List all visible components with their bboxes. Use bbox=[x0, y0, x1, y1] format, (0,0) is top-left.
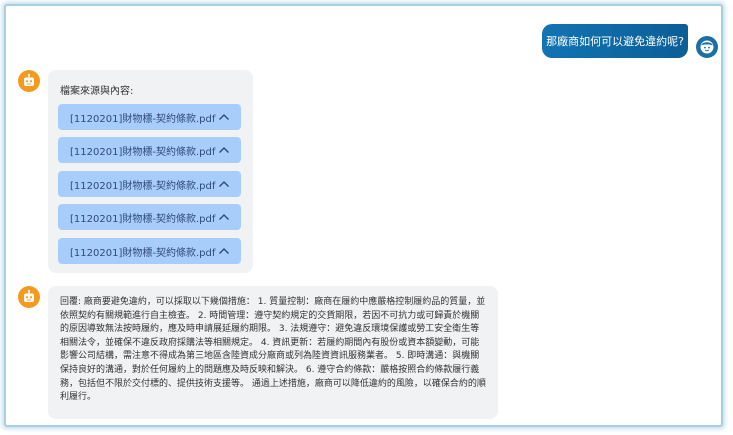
bot-avatar-icon bbox=[18, 70, 40, 92]
file-name: [1120201]財物標-契約條款.pdf bbox=[70, 247, 216, 259]
chevron-up-icon[interactable] bbox=[217, 245, 231, 257]
user-message-bubble: 那廠商如何可以避免違約呢? bbox=[542, 24, 688, 58]
user-message-text: 那廠商如何可以避免違約呢? bbox=[546, 35, 684, 48]
file-sources-bubble: 檔案來源與內容: [1120201]財物標-契約條款.pdf [1120201]… bbox=[48, 70, 253, 273]
bot-avatar-icon bbox=[18, 286, 40, 308]
chevron-up-icon[interactable] bbox=[217, 178, 231, 190]
file-source-button[interactable]: [1120201]財物標-契約條款.pdf bbox=[58, 238, 241, 264]
user-avatar-icon bbox=[696, 36, 718, 58]
file-source-button[interactable]: [1120201]財物標-契約條款.pdf bbox=[58, 104, 241, 130]
file-name: [1120201]財物標-契約條款.pdf bbox=[70, 113, 216, 125]
bot-answer-bubble: 回覆: 廠商要避免違約，可以採取以下幾個措施： 1. 質量控制：廠商在履約中應嚴… bbox=[48, 286, 498, 419]
file-source-button[interactable]: [1120201]財物標-契約條款.pdf bbox=[58, 137, 241, 163]
chevron-up-icon[interactable] bbox=[217, 111, 231, 123]
file-source-button[interactable]: [1120201]財物標-契約條款.pdf bbox=[58, 204, 241, 230]
answer-text: 回覆: 廠商要避免違約，可以採取以下幾個措施： 1. 質量控制：廠商在履約中應嚴… bbox=[60, 297, 486, 403]
file-name: [1120201]財物標-契約條款.pdf bbox=[70, 146, 216, 158]
chevron-up-icon[interactable] bbox=[217, 144, 231, 156]
file-name: [1120201]財物標-契約條款.pdf bbox=[70, 180, 216, 192]
file-source-button[interactable]: [1120201]財物標-契約條款.pdf bbox=[58, 171, 241, 197]
file-name: [1120201]財物標-契約條款.pdf bbox=[70, 213, 216, 225]
files-title: 檔案來源與內容: bbox=[60, 86, 134, 97]
chevron-up-icon[interactable] bbox=[217, 211, 231, 223]
